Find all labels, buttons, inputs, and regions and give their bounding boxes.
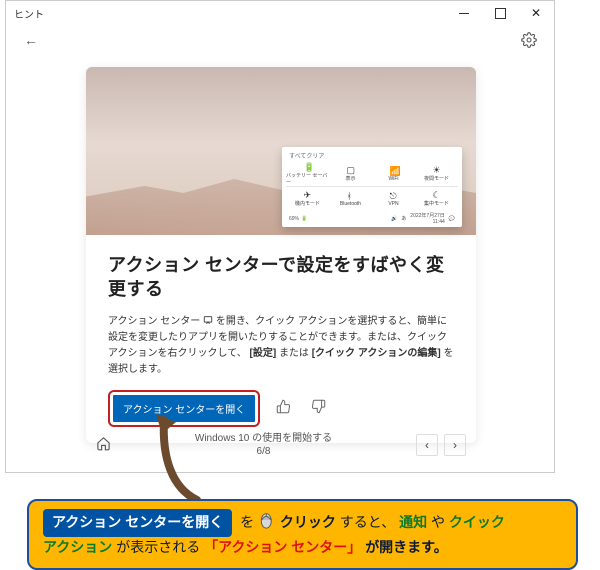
- card-description: アクション センター を開き、クイック アクションを選択すると、簡単に設定を変更…: [108, 314, 454, 378]
- open-action-center-button[interactable]: アクション センターを開く: [113, 395, 255, 422]
- cta-highlight: アクション センターを開く: [108, 390, 260, 427]
- card-heading: アクション センターで設定をすばやく変更する: [108, 253, 454, 302]
- titlebar: ヒント ✕: [6, 1, 554, 25]
- settings-button[interactable]: [516, 27, 542, 53]
- thumbs-up-icon: [276, 399, 291, 414]
- maximize-button[interactable]: [482, 1, 518, 25]
- minimize-button[interactable]: [446, 1, 482, 25]
- tip-card: すべてクリア 🔋バッテリー セーバー ▢表示 📶WiFi ☀夜間モード ✈機内モ…: [86, 67, 476, 443]
- home-icon: [96, 436, 111, 451]
- thumbs-up-button[interactable]: [272, 397, 295, 419]
- card-footer: Windows 10 の使用を開始する 6/8 ‹ ›: [86, 432, 476, 458]
- page-indicator: Windows 10 の使用を開始する 6/8: [195, 432, 332, 458]
- home-button[interactable]: [96, 436, 111, 454]
- next-button[interactable]: ›: [444, 434, 466, 456]
- mouse-icon: [259, 510, 275, 530]
- card-actions: アクション センターを開く: [108, 390, 454, 427]
- close-button[interactable]: ✕: [518, 1, 554, 25]
- callout-pill: アクション センターを開く: [43, 509, 232, 537]
- back-button[interactable]: ←: [18, 27, 44, 53]
- gear-icon: [521, 32, 537, 48]
- card-content: アクション センターで設定をすばやく変更する アクション センター を開き、クイ…: [86, 235, 476, 443]
- annotation-callout: アクション センターを開く を クリック すると、 通知 や クイック アクショ…: [27, 499, 578, 570]
- window-controls: ✕: [446, 1, 554, 25]
- action-center-preview: すべてクリア 🔋バッテリー セーバー ▢表示 📶WiFi ☀夜間モード ✈機内モ…: [282, 147, 462, 227]
- action-center-icon: [203, 315, 213, 325]
- window-title: ヒント: [14, 6, 44, 21]
- app-window: ヒント ✕ ← すべてクリア 🔋バッテリー セーバー ▢表示 📶WiFi ☀夜間…: [5, 0, 555, 473]
- thumbs-down-icon: [311, 399, 326, 414]
- toolbar: ←: [6, 25, 554, 55]
- prev-button[interactable]: ‹: [416, 434, 438, 456]
- thumbs-down-button[interactable]: [307, 397, 330, 419]
- hero-image: すべてクリア 🔋バッテリー セーバー ▢表示 📶WiFi ☀夜間モード ✈機内モ…: [86, 67, 476, 235]
